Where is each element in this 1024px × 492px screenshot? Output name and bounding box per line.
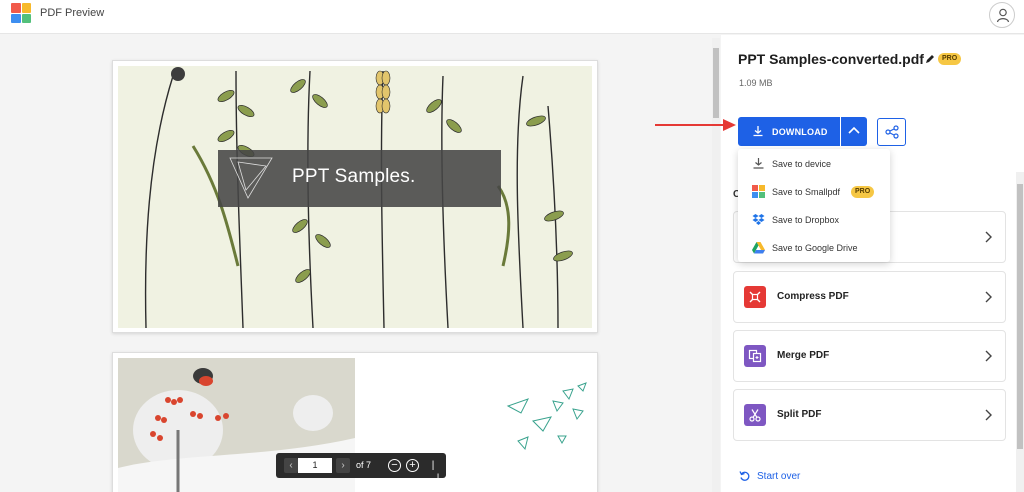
dropbox-icon <box>752 214 765 225</box>
page-navigator: ‹ 1 › of 7 − + |↔| <box>276 453 446 484</box>
compress-icon <box>744 286 766 308</box>
save-to-smallpdf-item[interactable]: Save to Smallpdf PRO <box>738 178 890 206</box>
save-to-device-item[interactable]: Save to device <box>738 150 890 178</box>
chevron-right-icon <box>985 409 992 421</box>
start-over-label: Start over <box>757 471 801 482</box>
pro-badge: PRO <box>851 186 875 198</box>
user-icon <box>996 8 1010 23</box>
file-size: 1.09 MB <box>739 78 773 88</box>
download-label: DOWNLOAD <box>772 127 828 137</box>
tool-card-merge-pdf[interactable]: Merge PDF <box>733 330 1006 382</box>
app-title: PDF Preview <box>40 7 105 19</box>
zoom-out-button[interactable]: − <box>388 459 401 472</box>
triangle-graphic <box>229 157 273 199</box>
fit-width-button[interactable]: |↔| <box>426 459 440 484</box>
download-icon <box>753 158 764 169</box>
pdf-page-1: PPT Samples. <box>112 60 598 333</box>
download-options-toggle[interactable] <box>841 117 867 146</box>
merge-icon <box>744 345 766 367</box>
tool-card-compress-pdf[interactable]: Compress PDF <box>733 271 1006 323</box>
share-button[interactable] <box>877 118 906 146</box>
tool-label: Split PDF <box>777 409 822 420</box>
smallpdf-logo <box>11 3 31 23</box>
download-icon <box>753 126 763 137</box>
page-1-title-banner: PPT Samples. <box>218 150 501 207</box>
chevron-right-icon <box>985 350 992 362</box>
page-count: of 7 <box>356 460 372 470</box>
chevron-right-icon <box>985 231 992 243</box>
download-button[interactable]: DOWNLOAD <box>738 117 840 146</box>
chevron-right-icon <box>985 291 992 303</box>
save-to-google-drive-item[interactable]: Save to Google Drive <box>738 234 890 262</box>
scissors-icon <box>744 404 766 426</box>
tools-scrollbar[interactable] <box>1016 172 1024 492</box>
zoom-in-button[interactable]: + <box>406 459 419 472</box>
user-account-button[interactable] <box>989 2 1015 28</box>
save-to-dropbox-item[interactable]: Save to Dropbox <box>738 206 890 234</box>
pdf-viewer[interactable]: PPT Samples. <box>0 35 720 492</box>
share-icon <box>885 125 899 139</box>
top-bar: PDF Preview <box>0 0 1024 34</box>
page-number-input[interactable]: 1 <box>298 458 332 473</box>
prev-page-button[interactable]: ‹ <box>284 458 298 473</box>
viewer-scroll-thumb[interactable] <box>713 48 719 118</box>
tools-scroll-thumb[interactable] <box>1017 184 1023 449</box>
page-1-illustration: PPT Samples. <box>118 66 592 328</box>
smallpdf-icon <box>752 185 765 198</box>
page-1-title: PPT Samples. <box>292 166 416 187</box>
pencil-icon[interactable] <box>925 54 935 64</box>
restart-icon <box>739 471 750 481</box>
tool-label: Compress PDF <box>777 291 849 302</box>
download-menu: Save to device Save to Smallpdf PRO Save… <box>738 149 890 262</box>
chevron-up-icon <box>848 126 860 134</box>
tool-card-split-pdf[interactable]: Split PDF <box>733 389 1006 441</box>
tool-label: Merge PDF <box>777 350 830 361</box>
red-arrow-annotation <box>655 119 736 131</box>
next-page-button[interactable]: › <box>336 458 350 473</box>
green-triangles-graphic <box>506 382 587 451</box>
viewer-scrollbar[interactable] <box>712 38 720 492</box>
file-name: PPT Samples-converted.pdf <box>738 51 924 67</box>
pro-badge: PRO <box>938 53 962 65</box>
google-drive-icon <box>752 242 765 254</box>
